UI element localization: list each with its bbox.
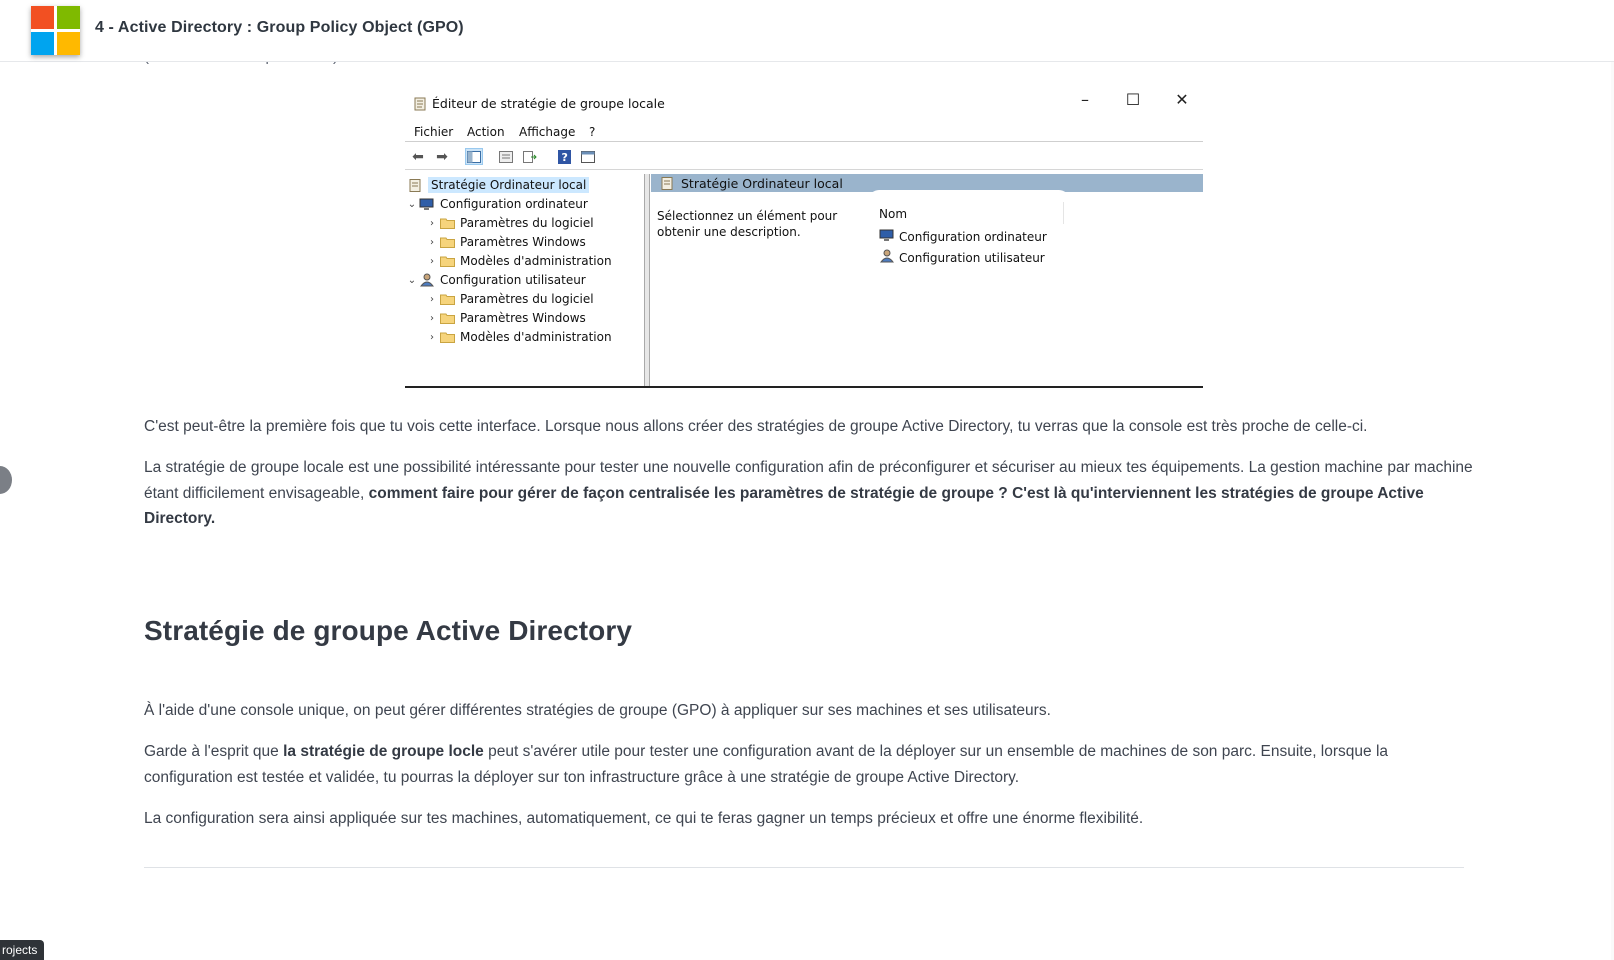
pane-splitter[interactable] bbox=[645, 174, 650, 386]
show-hide-tree-icon[interactable] bbox=[465, 148, 483, 165]
description-text: Sélectionnez un élément pour obtenir une… bbox=[657, 209, 838, 239]
tree-item-windows-settings[interactable]: › Paramètres Windows bbox=[425, 233, 586, 251]
chevron-right-icon[interactable]: › bbox=[425, 332, 439, 343]
section-heading: Stratégie de groupe Active Directory bbox=[144, 615, 633, 646]
maximize-icon[interactable]: ☐ bbox=[1121, 90, 1145, 109]
paragraph-local-policy: La stratégie de groupe locale est une po… bbox=[144, 459, 1473, 527]
window-title: Éditeur de stratégie de groupe locale bbox=[413, 96, 665, 111]
properties-icon[interactable] bbox=[497, 148, 515, 165]
computer-icon bbox=[879, 229, 895, 245]
paragraph-conclusion: La configuration sera ainsi appliquée su… bbox=[144, 810, 1144, 827]
gpedit-screenshot: Éditeur de stratégie de groupe locale – … bbox=[405, 88, 1203, 390]
chevron-right-icon[interactable]: › bbox=[425, 294, 439, 305]
tree-item-windows-settings[interactable]: › Paramètres Windows bbox=[425, 309, 586, 327]
folder-icon bbox=[439, 254, 455, 268]
tree-item-user-config[interactable]: ⌄ Configuration utilisateur bbox=[405, 271, 586, 289]
folder-icon bbox=[439, 311, 455, 325]
chevron-down-icon[interactable]: ⌄ bbox=[405, 275, 419, 286]
close-icon[interactable]: ✕ bbox=[1170, 90, 1194, 109]
policy-document-icon bbox=[661, 176, 673, 190]
menu-bar: Fichier Action Affichage ? bbox=[405, 121, 1203, 142]
section-divider bbox=[144, 867, 1464, 868]
menu-affichage[interactable]: Affichage bbox=[519, 125, 575, 139]
bold-local-policy: la stratégie de groupe locle bbox=[283, 743, 484, 760]
tree-item-admin-templates[interactable]: › Modèles d'administration bbox=[425, 328, 612, 346]
paragraph-intro: C'est peut-être la première fois que tu … bbox=[144, 418, 1368, 435]
list-item-computer-config[interactable]: Configuration ordinateur bbox=[879, 229, 1047, 245]
minimize-icon[interactable]: – bbox=[1073, 90, 1097, 109]
back-arrow-icon[interactable]: ⬅ bbox=[409, 148, 427, 165]
tree-item-software-settings[interactable]: › Paramètres du logiciel bbox=[425, 214, 594, 232]
side-panel-handle[interactable] bbox=[0, 466, 12, 494]
window-title-text: Éditeur de stratégie de groupe locale bbox=[432, 96, 665, 111]
help-icon[interactable]: ? bbox=[555, 148, 573, 165]
svg-text:?: ? bbox=[561, 151, 567, 164]
details-pane: Stratégie Ordinateur local Sélectionnez … bbox=[651, 174, 1203, 386]
paragraph-console: À l'aide d'une console unique, on peut g… bbox=[144, 702, 1051, 719]
toolbar: ⬅ ➡ ? bbox=[405, 143, 1203, 170]
console-tree: Stratégie Ordinateur local ⌄ Configurati… bbox=[405, 174, 645, 386]
list-item-user-config[interactable]: Configuration utilisateur bbox=[879, 249, 1045, 266]
column-header-name[interactable]: Nom bbox=[879, 207, 907, 221]
paragraph-testing: Garde à l'esprit que la stratégie de gro… bbox=[144, 743, 1389, 786]
chevron-down-icon[interactable]: ⌄ bbox=[405, 199, 419, 210]
folder-icon bbox=[439, 292, 455, 306]
menu-action[interactable]: Action bbox=[467, 125, 505, 139]
computer-icon bbox=[419, 197, 435, 211]
chevron-right-icon[interactable]: › bbox=[425, 237, 439, 248]
user-icon bbox=[879, 249, 895, 266]
tree-item-computer-config[interactable]: ⌄ Configuration ordinateur bbox=[405, 195, 588, 213]
folder-icon bbox=[439, 330, 455, 344]
folder-icon bbox=[439, 235, 455, 249]
folder-icon bbox=[439, 216, 455, 230]
policy-document-icon bbox=[414, 97, 426, 110]
projects-badge[interactable]: rojects bbox=[0, 940, 45, 960]
page-title[interactable]: 4 - Active Directory : Group Policy Obje… bbox=[95, 19, 464, 37]
tree-item-root[interactable]: Stratégie Ordinateur local bbox=[407, 176, 590, 194]
tree-item-admin-templates[interactable]: › Modèles d'administration bbox=[425, 252, 612, 270]
export-list-icon[interactable] bbox=[521, 148, 539, 165]
menu-fichier[interactable]: Fichier bbox=[414, 125, 453, 139]
microsoft-logo-icon[interactable] bbox=[31, 6, 80, 55]
tree-item-software-settings[interactable]: › Paramètres du logiciel bbox=[425, 290, 594, 308]
menu-help[interactable]: ? bbox=[589, 125, 595, 139]
user-icon bbox=[419, 273, 435, 287]
chevron-right-icon[interactable]: › bbox=[425, 218, 439, 229]
view-panel-icon[interactable] bbox=[579, 148, 597, 165]
top-header: 4 - Active Directory : Group Policy Obje… bbox=[0, 0, 1614, 62]
details-header-text: Stratégie Ordinateur local bbox=[681, 175, 843, 191]
forward-arrow-icon[interactable]: ➡ bbox=[433, 148, 451, 165]
chevron-right-icon[interactable]: › bbox=[425, 313, 439, 324]
chevron-right-icon[interactable]: › bbox=[425, 256, 439, 267]
policy-document-icon bbox=[407, 178, 423, 192]
